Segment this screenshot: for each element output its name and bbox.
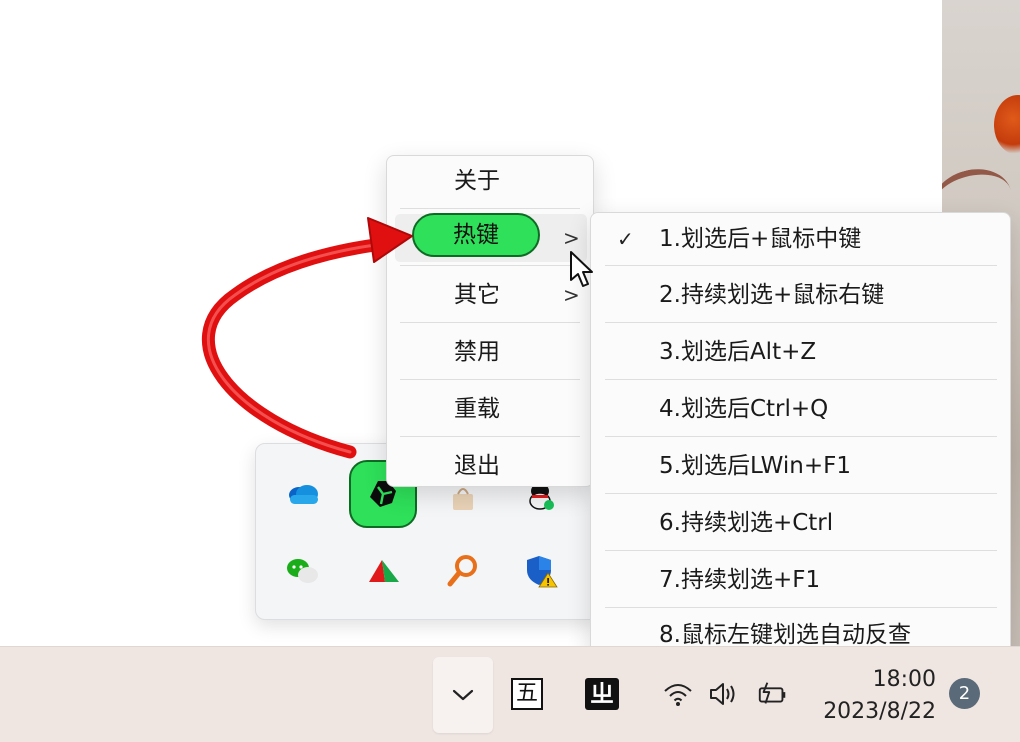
notification-badge[interactable]: 2: [949, 678, 980, 709]
submenu-item-6[interactable]: 6.持续划选+Ctrl: [599, 498, 1004, 548]
menu-item-label: 禁用: [454, 339, 500, 365]
menu-item-disable[interactable]: 禁用: [395, 328, 587, 376]
volume-icon[interactable]: [707, 677, 741, 711]
menu-divider: [400, 379, 580, 380]
hotkey-highlight-pill[interactable]: 热键: [412, 213, 540, 257]
menu-divider: [605, 550, 997, 551]
submenu-item-label: 4.划选后Ctrl+Q: [659, 396, 829, 422]
menu-item-label: 其它: [454, 282, 500, 308]
submenu-item-label: 1.划选后+鼠标中键: [659, 226, 862, 252]
checkmark-icon: ✓: [617, 227, 634, 251]
menu-item-label: 重载: [454, 396, 500, 422]
ime-mode-indicator[interactable]: ㄓ: [585, 678, 619, 710]
submenu-item-label: 5.划选后LWin+F1: [659, 453, 851, 479]
clock-time[interactable]: 18:00: [820, 665, 936, 695]
menu-item-other[interactable]: 其它 >: [395, 271, 587, 319]
clock-date[interactable]: 2023/8/22: [800, 697, 936, 727]
vector-app-icon[interactable]: [363, 551, 403, 591]
onedrive-icon[interactable]: [283, 473, 323, 513]
menu-divider: [605, 322, 997, 323]
menu-divider: [400, 265, 580, 266]
menu-divider: [605, 265, 997, 266]
submenu-item-5[interactable]: 5.划选后LWin+F1: [599, 441, 1004, 491]
wechat-icon[interactable]: [283, 551, 323, 591]
tray-context-menu: 关于 > 其它 > 禁用 重载 退出: [386, 155, 594, 487]
wallpaper-flower: [994, 95, 1020, 155]
submenu-item-label: 8.鼠标左键划选自动反查: [659, 622, 911, 648]
submenu-item-label: 2.持续划选+鼠标右键: [659, 282, 885, 308]
menu-item-reload[interactable]: 重载: [395, 385, 587, 433]
menu-item-about[interactable]: 关于: [395, 157, 587, 205]
submenu-item-4[interactable]: 4.划选后Ctrl+Q: [599, 384, 1004, 434]
chevron-up-icon: [452, 689, 474, 701]
submenu-item-2[interactable]: 2.持续划选+鼠标右键: [599, 270, 1004, 320]
menu-divider: [605, 493, 997, 494]
taskbar: 五 ㄓ 18:00 2023/8/22 2: [0, 646, 1020, 742]
menu-item-label: 退出: [454, 453, 500, 479]
menu-item-label: 关于: [454, 168, 500, 194]
submenu-item-label: 7.持续划选+F1: [659, 567, 821, 593]
menu-item-label: 热键: [453, 222, 499, 248]
mouse-cursor-icon: [570, 251, 593, 287]
submenu-item-label: 6.持续划选+Ctrl: [659, 510, 834, 536]
menu-divider: [605, 607, 997, 608]
show-hidden-icons-button[interactable]: [433, 657, 493, 733]
hotkey-submenu: ✓ 1.划选后+鼠标中键 2.持续划选+鼠标右键 3.划选后Alt+Z 4.划选…: [590, 212, 1011, 659]
menu-divider: [605, 379, 997, 380]
menu-divider: [400, 208, 580, 209]
submenu-item-label: 3.划选后Alt+Z: [659, 339, 817, 365]
security-shield-icon[interactable]: [522, 551, 562, 591]
submenu-item-3[interactable]: 3.划选后Alt+Z: [599, 327, 1004, 377]
menu-divider: [400, 322, 580, 323]
ime-wubi-indicator[interactable]: 五: [511, 678, 543, 710]
menu-divider: [605, 436, 997, 437]
battery-icon[interactable]: [756, 677, 790, 711]
search-key-icon[interactable]: [443, 551, 483, 591]
submenu-item-1[interactable]: ✓ 1.划选后+鼠标中键: [599, 214, 1004, 264]
menu-divider: [400, 436, 580, 437]
submenu-item-7[interactable]: 7.持续划选+F1: [599, 555, 1004, 605]
wifi-icon[interactable]: [661, 677, 695, 711]
menu-item-exit[interactable]: 退出: [395, 442, 587, 490]
